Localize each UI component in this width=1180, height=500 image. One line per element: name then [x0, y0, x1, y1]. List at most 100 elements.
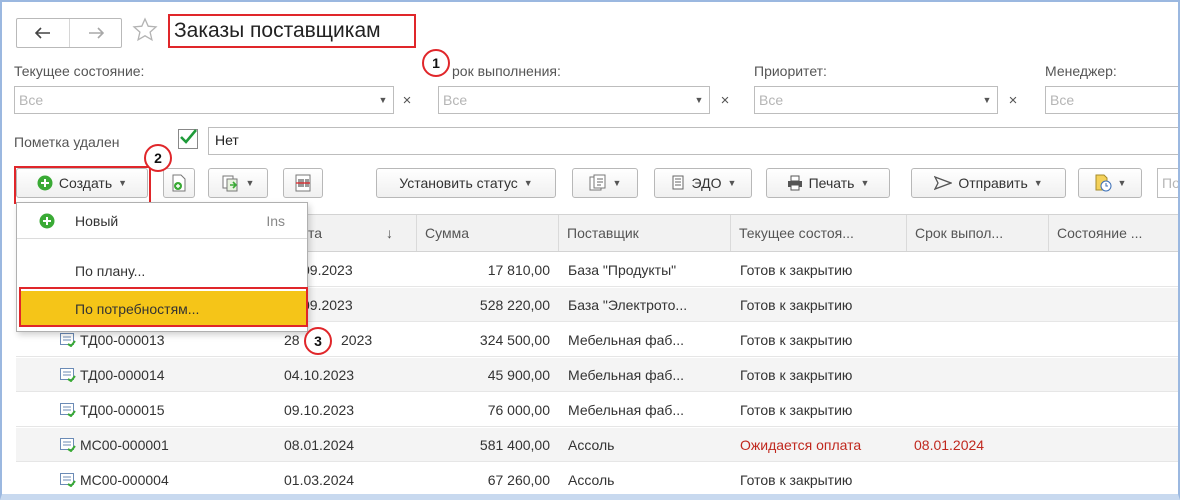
clear-icon[interactable]: ×	[1002, 86, 1024, 114]
cell-date-tail: 2023	[341, 332, 373, 348]
cell-sum: 528 220,00	[479, 297, 550, 313]
priority-filter-input[interactable]: Все ▼	[754, 86, 998, 114]
table-row[interactable]: ТД00-000015 09.10.2023 76 000,00 Мебельн…	[16, 393, 1178, 427]
filter-placeholder: Все	[443, 92, 468, 108]
chevron-down-icon: ▼	[523, 178, 533, 188]
search-input[interactable]: По	[1157, 168, 1180, 198]
cell-date: 04.10.2023	[284, 367, 355, 383]
cell-sum: 17 810,00	[487, 262, 550, 278]
navigation-buttons	[16, 18, 122, 48]
callout-2: 2	[144, 144, 172, 172]
callout-1: 1	[422, 49, 450, 77]
cell-supplier: База "Электрото...	[568, 297, 688, 313]
cell-state: Готов к закрытию	[740, 402, 853, 418]
send-icon	[934, 175, 953, 191]
chevron-down-icon[interactable]: ▼	[373, 95, 393, 105]
document-clock-icon	[1095, 174, 1112, 192]
deletion-mark-row: Пометка удален	[14, 127, 120, 157]
cell-state: Готов к закрытию	[740, 472, 853, 488]
column-deadline[interactable]: Срок выпол...	[906, 215, 1048, 251]
create-based-on-button[interactable]: ▼	[208, 168, 268, 198]
send-button[interactable]: Отправить ▼	[911, 168, 1066, 198]
cell-supplier: Ассоль	[568, 472, 615, 488]
document-posted-icon	[60, 403, 76, 417]
column-supplier[interactable]: Поставщик	[558, 215, 730, 251]
set-status-label: Установить статус	[399, 175, 518, 191]
table-row[interactable]: МС00-000001 08.01.2024 581 400,00 Ассоль…	[16, 428, 1178, 462]
print-label: Печать	[808, 175, 855, 191]
cell-sum: 324 500,00	[479, 332, 550, 348]
deletion-mark-label: Пометка удален	[14, 134, 120, 150]
filter-label-current-state: Текущее состояние:	[14, 63, 145, 79]
cell-state: Готов к закрытию	[740, 332, 853, 348]
edo-label: ЭДО	[691, 175, 722, 191]
forward-button[interactable]	[69, 19, 121, 47]
cell-date: 01.03.2024	[284, 472, 355, 488]
clear-icon[interactable]: ×	[714, 86, 736, 114]
cell-number: ТД00-000014	[80, 367, 165, 383]
deadline-filter-input[interactable]: Все ▼	[438, 86, 710, 114]
cell-supplier: База "Продукты"	[568, 262, 677, 278]
filter-placeholder: Все	[19, 92, 44, 108]
chevron-down-icon[interactable]: ▼	[689, 95, 709, 105]
filter-label-deadline: рок выполнения:	[452, 63, 561, 79]
set-status-button[interactable]: Установить статус ▼	[376, 168, 556, 198]
filter-placeholder: Все	[1050, 92, 1075, 108]
attachment-button[interactable]: ▼	[1078, 168, 1142, 198]
cell-state: Готов к закрытию	[740, 367, 853, 383]
clear-icon[interactable]: ×	[396, 86, 418, 114]
menu-item-shortcut: Ins	[266, 213, 285, 229]
cell-sum: 67 260,00	[487, 472, 550, 488]
printer-icon	[787, 175, 802, 191]
copy-button[interactable]	[163, 168, 195, 198]
cell-sum: 45 900,00	[487, 367, 550, 383]
cell-date: 09.2023	[302, 262, 353, 278]
cell-number: ТД00-000015	[80, 402, 165, 418]
menu-item-new[interactable]: Новый Ins	[17, 203, 307, 239]
column-status[interactable]: Состояние ...	[1048, 215, 1178, 251]
chevron-down-icon: ▼	[860, 178, 870, 188]
deletion-mark-checkbox[interactable]	[178, 129, 198, 149]
table-row[interactable]: МС00-000004 01.03.2024 67 260,00 Ассоль …	[16, 463, 1178, 494]
add-document-icon	[172, 174, 186, 192]
chevron-down-icon: ▼	[1117, 178, 1127, 188]
cell-deadline: 08.01.2024	[914, 437, 985, 453]
plus-circle-icon	[39, 213, 55, 229]
document-posted-icon	[60, 333, 76, 347]
current-state-filter-input[interactable]: Все ▼	[14, 86, 394, 114]
menu-item-label: Новый	[75, 213, 119, 229]
cell-date: 08.01.2024	[284, 437, 355, 453]
cell-supplier: Ассоль	[568, 437, 615, 453]
barcode-button[interactable]	[283, 168, 323, 198]
chevron-down-icon: ▼	[1033, 178, 1043, 188]
chevron-down-icon[interactable]: ▼	[977, 95, 997, 105]
edo-document-icon	[672, 175, 684, 190]
back-button[interactable]	[17, 19, 69, 47]
deletion-mark-value[interactable]: Нет	[208, 127, 1178, 155]
callout-3: 3	[304, 327, 332, 355]
chevron-down-icon: ▼	[612, 178, 622, 188]
filter-label-priority: Приоритет:	[754, 63, 827, 79]
report-button[interactable]: ▼	[572, 168, 638, 198]
edo-button[interactable]: ЭДО ▼	[654, 168, 752, 198]
cell-sum: 581 400,00	[479, 437, 550, 453]
document-posted-icon	[60, 368, 76, 382]
cell-state: Готов к закрытию	[740, 297, 853, 313]
column-date[interactable]: та	[300, 215, 376, 251]
menu-item-label: По плану...	[75, 263, 146, 279]
manager-filter-input[interactable]: Все	[1045, 86, 1178, 114]
document-posted-icon	[60, 438, 76, 452]
menu-item-by-plan[interactable]: По плану...	[17, 253, 307, 289]
cell-number: МС00-000004	[80, 472, 169, 488]
print-button[interactable]: Печать ▼	[766, 168, 890, 198]
column-sum[interactable]: Сумма	[416, 215, 558, 251]
window-frame: Заказы поставщикам Текущее состояние: ро…	[0, 0, 1180, 500]
filter-label-manager: Менеджер:	[1045, 63, 1117, 79]
sort-arrow-icon[interactable]: ↓	[376, 215, 416, 251]
search-placeholder: По	[1162, 175, 1180, 191]
arrow-right-icon	[88, 27, 104, 39]
table-row[interactable]: ТД00-000014 04.10.2023 45 900,00 Мебельн…	[16, 358, 1178, 392]
star-icon[interactable]	[132, 17, 158, 43]
column-current-state[interactable]: Текущее состоя...	[730, 215, 906, 251]
cell-number: МС00-000001	[80, 437, 169, 453]
